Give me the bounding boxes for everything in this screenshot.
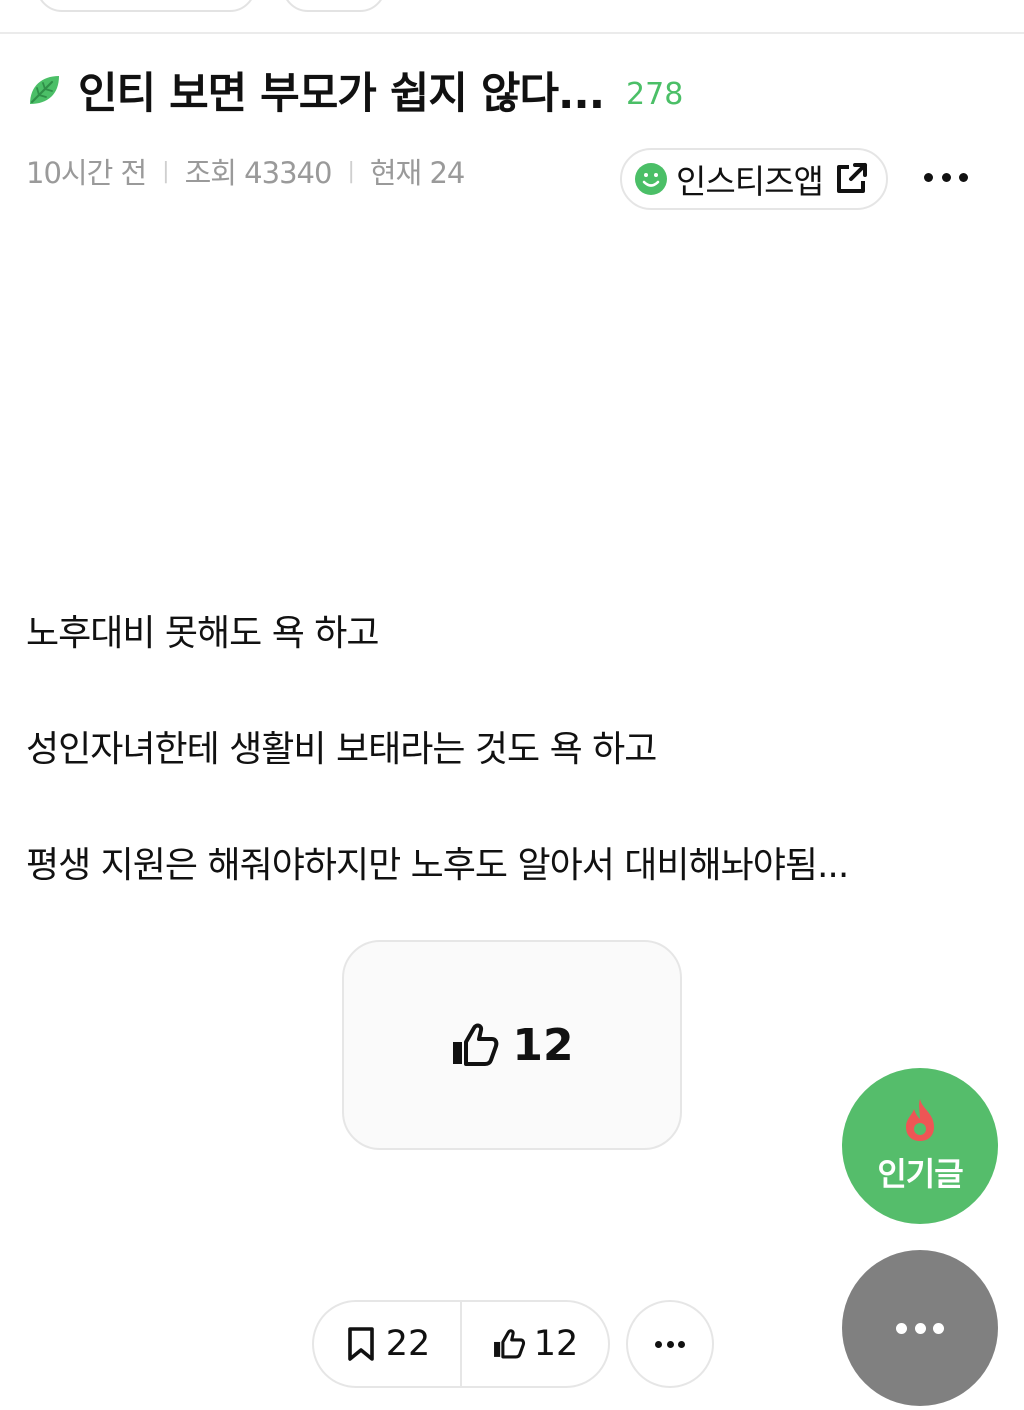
view-count: 조회 43340	[184, 156, 333, 190]
more-dots-icon	[896, 1322, 944, 1334]
thumbs-up-icon	[453, 1023, 499, 1066]
open-app-button[interactable]: 인스티즈앱	[620, 148, 888, 210]
popular-posts-button[interactable]: 인기글	[842, 1068, 998, 1224]
post-body-line-3: 평생 지원은 해줘야하지만 노후도 알아서 대비해놔야됨...	[26, 845, 849, 886]
meta-separator: |	[162, 158, 169, 184]
smile-icon	[635, 163, 667, 195]
dot	[924, 172, 933, 182]
bottom-like-button[interactable]: 12	[460, 1302, 608, 1386]
fire-icon	[906, 1099, 934, 1141]
thumbs-up-icon	[493, 1329, 525, 1359]
post-body-line-1: 노후대비 못해도 욕 하고	[26, 613, 380, 654]
bookmark-count: 22	[385, 1324, 431, 1364]
more-dots-icon	[655, 1340, 685, 1348]
post-meta: 10시간 전 | 조회 43340 | 현재 24	[26, 150, 465, 192]
bookmark-icon	[347, 1327, 374, 1361]
meta-separator: |	[347, 158, 354, 184]
bottom-like-count: 12	[533, 1324, 579, 1364]
like-button[interactable]: 12	[342, 940, 682, 1150]
more-actions-button[interactable]	[842, 1250, 998, 1406]
bottom-more-button[interactable]	[626, 1300, 714, 1388]
post-time: 10시간 전	[26, 156, 147, 190]
header-divider	[0, 32, 1024, 34]
like-count: 12	[512, 1019, 574, 1071]
post-more-options-button[interactable]	[924, 160, 968, 194]
top-tab-pill-1[interactable]	[36, 0, 256, 12]
popular-posts-label: 인기글	[877, 1155, 963, 1193]
comment-count[interactable]: 278	[626, 77, 683, 112]
bottom-action-bar: 22 12	[312, 1300, 610, 1388]
dot	[959, 172, 968, 182]
post-body-line-2: 성인자녀한테 생활비 보태라는 것도 욕 하고	[26, 729, 657, 770]
leaf-icon	[30, 76, 59, 104]
bookmark-button[interactable]: 22	[314, 1302, 460, 1386]
dot	[941, 172, 951, 182]
current-viewers: 현재 24	[369, 156, 465, 190]
open-app-label: 인스티즈앱	[676, 162, 824, 201]
post-title: 인티 보면 부모가 쉽지 않다...	[78, 69, 605, 119]
top-tab-pill-2[interactable]	[282, 0, 386, 12]
external-link-icon	[836, 163, 867, 193]
post-header: 인티 보면 부모가 쉽지 않다... 278	[26, 60, 683, 120]
